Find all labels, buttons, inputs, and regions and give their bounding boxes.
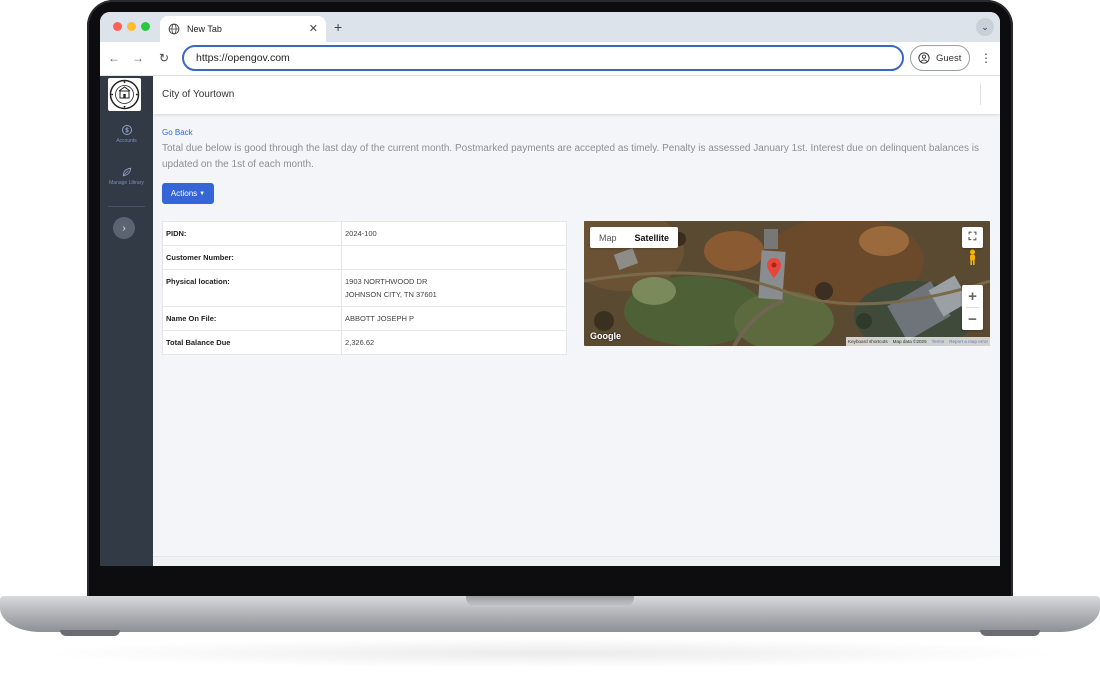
map-type-tabs: Map Satellite xyxy=(590,227,679,248)
fullscreen-icon[interactable]: ⛶ xyxy=(962,227,983,248)
close-icon[interactable]: ✕ xyxy=(309,23,318,35)
detail-value: 2,326.62 xyxy=(341,330,567,355)
actions-label: Actions xyxy=(170,189,198,198)
window-maximize-button[interactable] xyxy=(141,22,150,31)
google-logo: Google xyxy=(590,331,621,341)
sidebar-item-label: Accounts xyxy=(116,138,137,144)
guest-profile-button[interactable]: Guest xyxy=(910,45,970,71)
detail-key: PIDN: xyxy=(162,221,342,246)
table-row: PIDN: 2024-100 xyxy=(162,221,567,246)
url-text: https://opengov.com xyxy=(196,52,290,64)
tab-title: New Tab xyxy=(187,24,222,34)
leaf-icon xyxy=(122,167,131,177)
actions-dropdown-button[interactable]: Actions ▼ xyxy=(162,183,214,204)
browser-toolbar: ← → ↻ https://opengov.com Guest ⋮ xyxy=(100,42,1000,76)
table-row: Customer Number: xyxy=(162,245,567,270)
caret-down-icon: ▼ xyxy=(199,190,206,197)
guest-label: Guest xyxy=(936,52,962,64)
go-back-link[interactable]: Go Back xyxy=(162,128,193,137)
detail-key: Name On File: xyxy=(162,306,342,331)
location-pin-icon[interactable] xyxy=(767,258,781,278)
globe-icon xyxy=(168,23,180,35)
address-line-2: JOHNSON CITY, TN 37601 xyxy=(345,290,437,299)
laptop-notch xyxy=(466,596,634,607)
tab-new-tab[interactable]: New Tab ✕ xyxy=(160,16,326,42)
sidebar-item-label: Manage Library xyxy=(109,180,144,186)
sidebar: Accounts Manage Library › xyxy=(100,76,153,566)
person-icon xyxy=(918,52,930,64)
window-close-button[interactable] xyxy=(113,22,122,31)
new-tab-button[interactable]: + xyxy=(334,19,342,35)
sidebar-item-accounts[interactable]: Accounts xyxy=(100,124,153,144)
back-arrow-icon[interactable]: ← xyxy=(106,50,122,66)
detail-key: Customer Number: xyxy=(162,245,342,270)
zoom-out-button[interactable]: − xyxy=(962,308,983,330)
address-bar[interactable]: https://opengov.com xyxy=(182,45,904,71)
tab-bar: New Tab ✕ + ⌄ xyxy=(100,12,1000,42)
table-row: Physical location: 1903 NORTHWOOD DR JOH… xyxy=(162,269,567,307)
satellite-map[interactable]: Map Satellite ⛶ + − Google Keyboard shor… xyxy=(584,221,990,346)
window-minimize-button[interactable] xyxy=(127,22,136,31)
terms-link[interactable]: Terms xyxy=(932,339,945,344)
sidebar-item-manage-library[interactable]: Manage Library xyxy=(100,166,153,186)
page: Accounts Manage Library › City of Yourto… xyxy=(100,76,1000,566)
screen: New Tab ✕ + ⌄ ← → ↻ https://opengov.com … xyxy=(100,12,1000,566)
payment-notice: Total due below is good through the last… xyxy=(162,143,979,170)
page-title: City of Yourtown xyxy=(162,89,235,100)
map-tab-map[interactable]: Map xyxy=(590,227,626,248)
address-line-1: 1903 NORTHWOOD DR xyxy=(345,277,428,286)
detail-key: Physical location: xyxy=(162,269,342,307)
report-map-error-link[interactable]: Report a map error xyxy=(949,339,988,344)
map-data-text: Map data ©2025 xyxy=(892,339,927,344)
zoom-controls: + − xyxy=(962,285,983,330)
town-logo[interactable] xyxy=(108,78,141,111)
map-attribution: Keyboard shortcuts Map data ©2025 Terms … xyxy=(846,337,990,346)
account-details-table: PIDN: 2024-100 Customer Number: Physical… xyxy=(162,221,567,355)
laptop-foot-right xyxy=(980,630,1040,636)
tab-search-chevron-icon[interactable]: ⌄ xyxy=(976,18,994,36)
page-bottom-strip xyxy=(153,556,1000,566)
detail-value: ABBOTT JOSEPH P xyxy=(341,306,567,331)
detail-value xyxy=(341,245,567,270)
keyboard-shortcuts-link[interactable]: Keyboard shortcuts xyxy=(848,339,888,344)
header-divider xyxy=(980,83,981,105)
more-menu-icon[interactable]: ⋮ xyxy=(980,51,992,65)
laptop-shadow xyxy=(30,638,1070,668)
pegman-icon[interactable] xyxy=(967,249,978,265)
table-row: Total Balance Due 2,326.62 xyxy=(162,330,567,355)
sidebar-expand-chevron-icon[interactable]: › xyxy=(113,217,135,239)
reload-icon[interactable]: ↻ xyxy=(156,50,172,66)
detail-key: Total Balance Due xyxy=(162,330,342,355)
dollar-circle-icon xyxy=(121,125,132,135)
zoom-in-button[interactable]: + xyxy=(962,285,983,307)
detail-value-address: 1903 NORTHWOOD DR JOHNSON CITY, TN 37601 xyxy=(341,269,567,307)
laptop-foot-left xyxy=(60,630,120,636)
sidebar-divider xyxy=(108,206,145,207)
map-tab-satellite[interactable]: Satellite xyxy=(626,227,679,248)
town-seal-icon xyxy=(109,79,140,110)
page-header: City of Yourtown xyxy=(153,76,1000,114)
detail-value: 2024-100 xyxy=(341,221,567,246)
forward-arrow-icon[interactable]: → xyxy=(130,50,146,66)
table-row: Name On File: ABBOTT JOSEPH P xyxy=(162,306,567,331)
